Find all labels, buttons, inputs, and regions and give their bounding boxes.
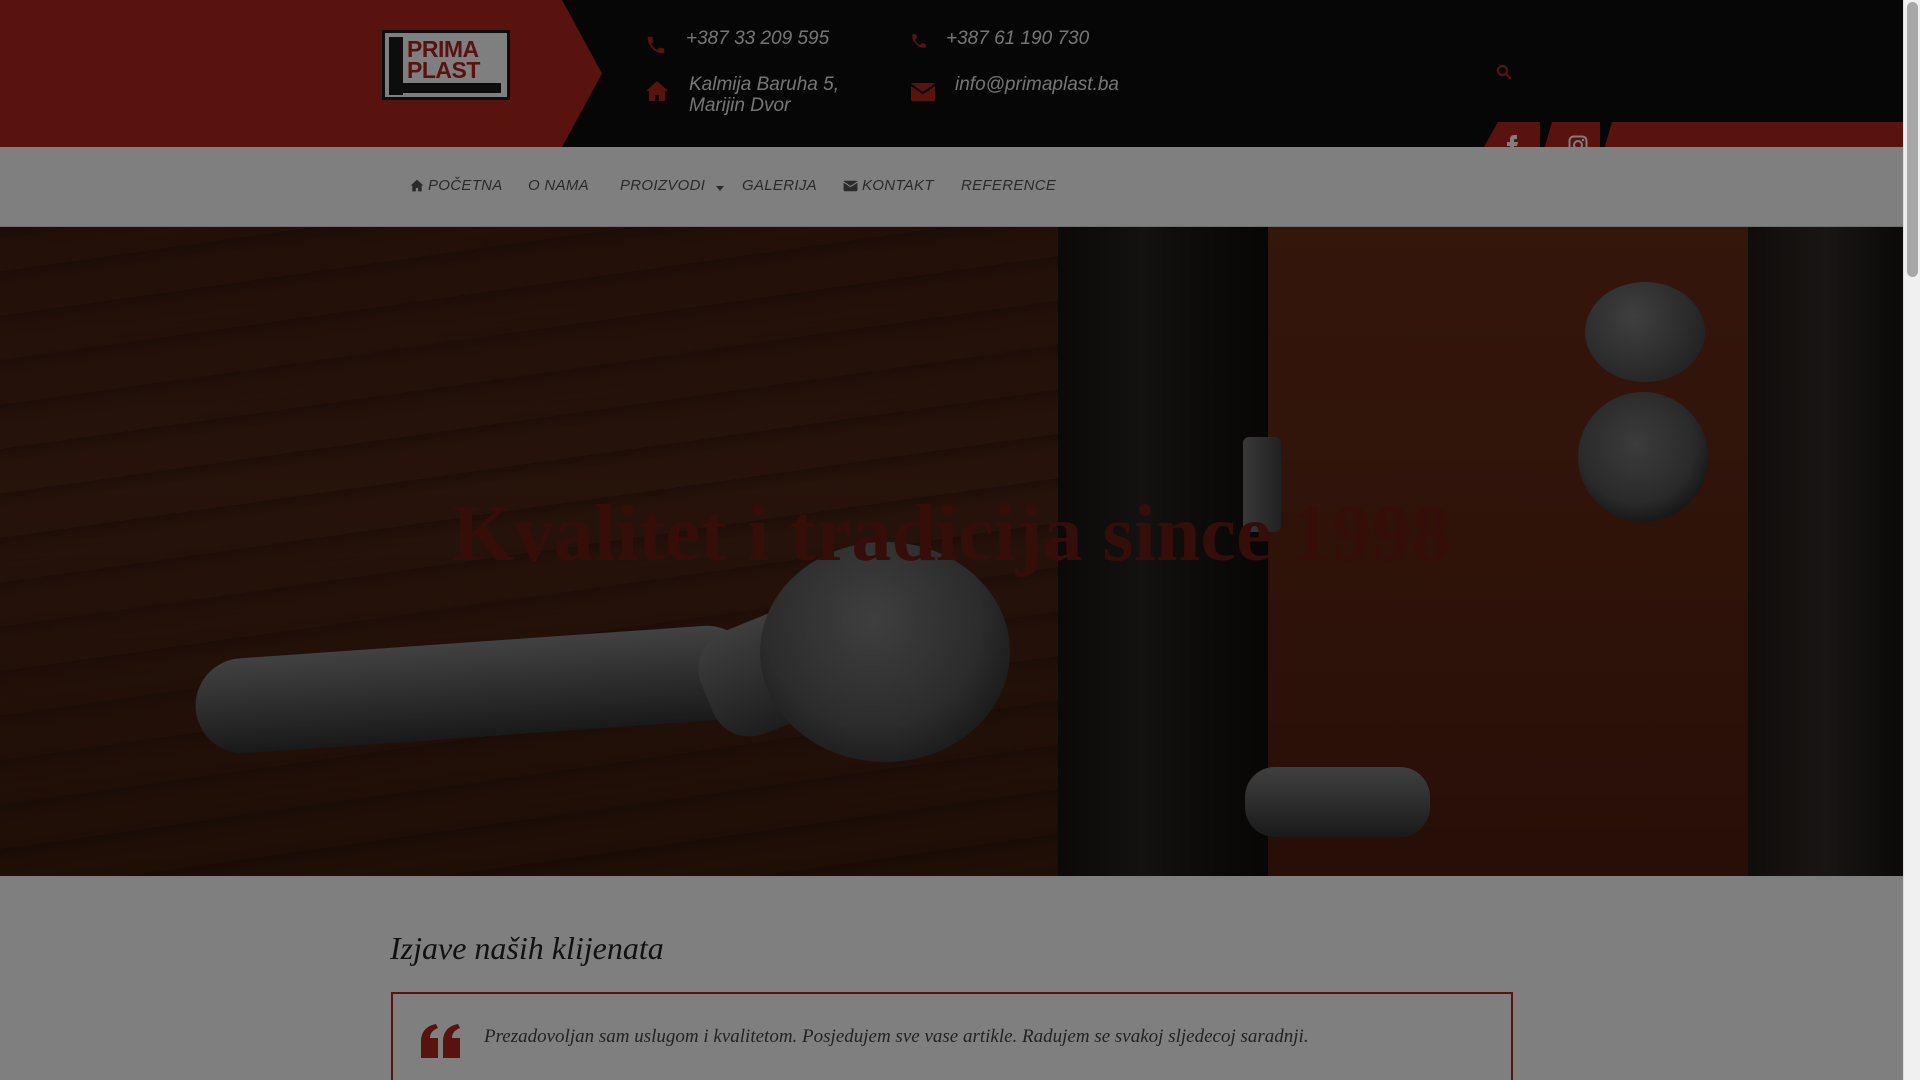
nav-item-o-nama[interactable]: O nama [528,177,589,194]
address-text: Kalmija Baruha 5, Marijin Dvor [689,74,839,116]
search-icon[interactable] [1496,64,1512,85]
logo-line-2: PLAST [407,57,480,83]
main-nav: Početna O nama Proizvodi Galerija Kontak… [0,147,1903,227]
envelope-icon [910,82,936,107]
home-icon [645,80,669,107]
nav-label: Galerija [742,177,817,194]
quote-icon [421,1024,461,1063]
scrollbar[interactable] [1903,0,1920,1080]
site-logo[interactable]: PRIMA PLAST [382,30,510,100]
header-red-arrow [562,0,602,147]
hero-banner: Kvalitet i tradicija since 1998 [0,227,1903,876]
nav-item-kontakt[interactable]: Kontakt [843,177,934,196]
scrollbar-thumb[interactable] [1907,2,1918,277]
testimonial-text: Prezadovoljan sam uslugom i kvalitetom. … [484,1026,1309,1047]
section-title: Izjave naših klijenata [390,930,664,966]
nav-item-pocetna[interactable]: Početna [410,177,503,196]
nav-label: Reference [961,177,1057,194]
nav-label: Kontakt [862,177,934,194]
home-icon [410,179,424,196]
phone-number-2[interactable]: +387 61 190 730 [946,28,1089,49]
phone-icon [645,34,667,61]
logo-text: PRIMA PLAST [407,38,480,83]
phone-icon [910,32,928,55]
testimonials-section: Izjave naših klijenata Prezadovoljan sam… [0,876,1903,1080]
nav-item-proizvodi[interactable]: Proizvodi [620,177,728,196]
envelope-icon [843,179,858,196]
nav-label: Proizvodi [620,177,706,194]
hero-title: Kvalitet i tradicija since 1998 [451,490,1452,578]
nav-item-galerija[interactable]: Galerija [742,177,817,194]
nav-label: O nama [528,177,589,194]
phone-number-1[interactable]: +387 33 209 595 [686,28,829,49]
nav-item-reference[interactable]: Reference [961,177,1056,194]
testimonial-card: Prezadovoljan sam uslugom i kvalitetom. … [391,992,1513,1080]
logo-frame-bottom [389,83,501,93]
email-link[interactable]: info@primaplast.ba [955,74,1119,95]
nav-label: Početna [428,177,503,194]
caret-down-icon [715,179,724,196]
